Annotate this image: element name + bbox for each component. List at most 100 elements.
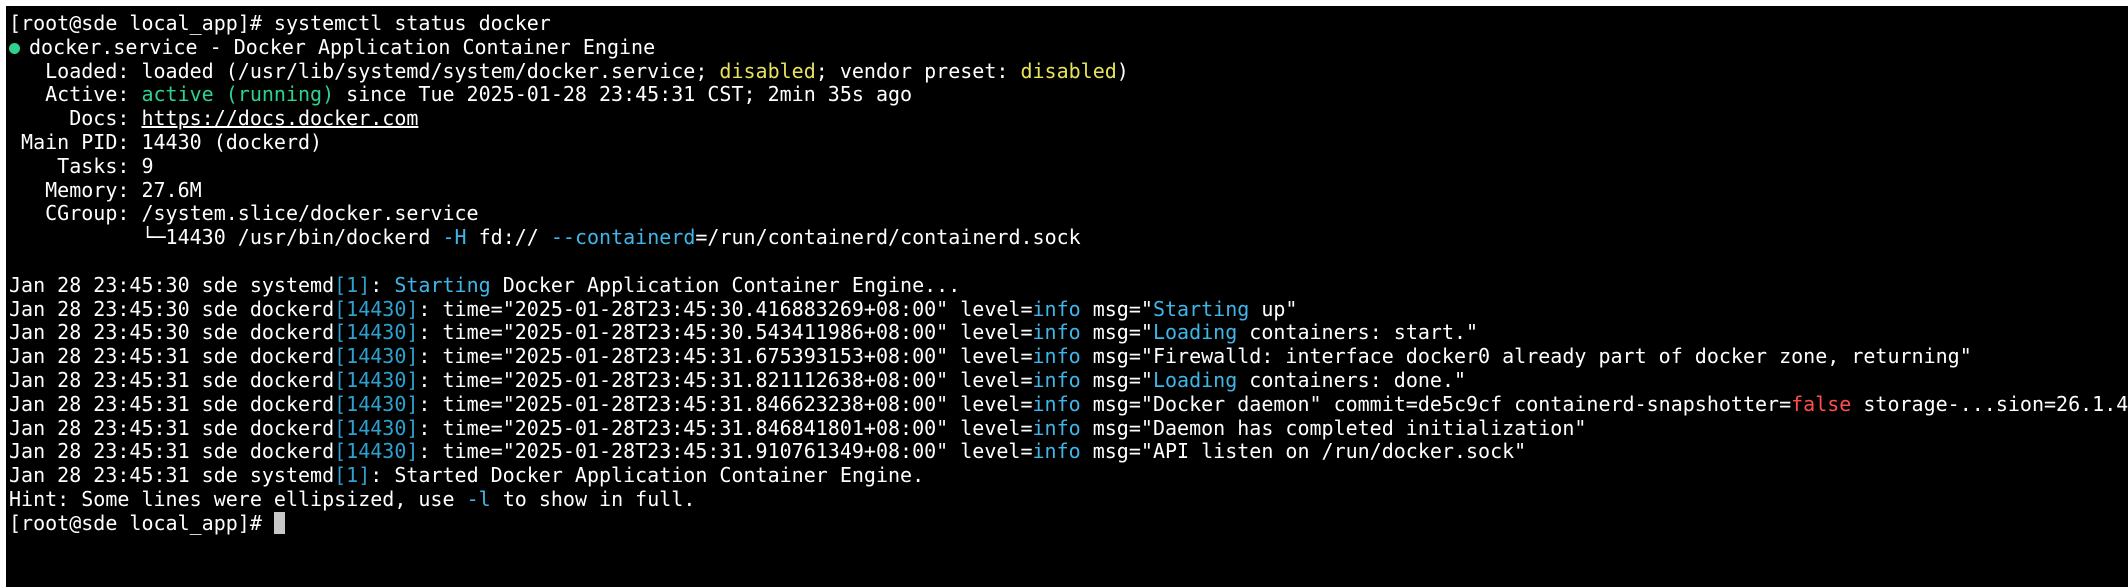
final-prompt-line[interactable]: [root@sde local_app]# — [9, 511, 2128, 536]
unit-header-line: docker.service - Docker Application Cont… — [9, 36, 2128, 60]
log-msg-a: " — [1140, 368, 1153, 392]
log-level-label: level= — [960, 297, 1033, 321]
log-prefix: Jan 28 23:45:30 sde dockerd — [9, 321, 335, 345]
vendor-preset-state: disabled — [1020, 59, 1117, 83]
log-msg-b: containers: done." — [1237, 368, 1467, 392]
cgroup-child-mid: fd:// — [466, 226, 551, 250]
docs-link[interactable]: https://docs.docker.com — [141, 107, 418, 130]
log-pid: [14430] — [334, 297, 419, 321]
loaded-line: Loaded: loaded (/usr/lib/systemd/system/… — [9, 60, 2128, 84]
log-line: Jan 28 23:45:31 sde dockerd[14430]: time… — [9, 417, 2128, 441]
cgroup-child-suffix: =/run/containerd/containerd.sock — [695, 226, 1081, 250]
log-msg-label: msg= — [1080, 416, 1141, 440]
log-line: Jan 28 23:45:30 sde dockerd[14430]: time… — [9, 298, 2128, 322]
log-time: : time="2025-01-28T23:45:31.675393153+08… — [418, 345, 961, 369]
log-msg-label: msg= — [1080, 297, 1141, 321]
log-prefix: Jan 28 23:45:31 sde dockerd — [9, 345, 335, 369]
log-level-label: level= — [960, 345, 1033, 369]
active-label: Active: — [9, 83, 142, 107]
vendor-preset-label: ; vendor preset: — [815, 59, 1021, 83]
log-prefix: Jan 28 23:45:31 sde dockerd — [9, 392, 335, 416]
status-dot-icon — [9, 42, 20, 54]
log-level: info — [1032, 392, 1081, 416]
loaded-text: loaded (/usr/lib/systemd/system/docker.s… — [141, 59, 720, 83]
hint-text-a: Hint: Some lines were ellipsized, use — [9, 487, 467, 511]
log-level: info — [1032, 416, 1081, 440]
terminal-window[interactable]: [root@sde local_app]# systemctl status d… — [6, 6, 2128, 587]
log-pid: [14430] — [334, 440, 419, 464]
log-msg-b: storage-...sion=26.1.4 — [1851, 392, 2128, 416]
log-sep: : — [370, 273, 395, 297]
log-level-label: level= — [960, 392, 1033, 416]
log-msg-label: msg= — [1080, 368, 1141, 392]
cgroup-child-prefix: └─14430 /usr/bin/dockerd — [9, 226, 443, 250]
hint-text-b: to show in full. — [490, 487, 696, 511]
log-msg-label: msg= — [1080, 440, 1141, 464]
log-line: Jan 28 23:45:31 sde dockerd[14430]: time… — [9, 369, 2128, 393]
log-msg-highlight: Loading — [1152, 368, 1238, 392]
command-line: [root@sde local_app]# systemctl status d… — [9, 12, 2128, 36]
cursor-block — [273, 511, 285, 534]
log-pid: [1] — [334, 273, 371, 297]
log-time: : time="2025-01-28T23:45:30.416883269+08… — [418, 297, 961, 321]
log-message: : Started Docker Application Container E… — [370, 464, 925, 488]
log-msg-a: "Docker daemon" commit=de5c9cf container… — [1140, 392, 1792, 416]
log-level: info — [1032, 321, 1081, 345]
log-level-label: level= — [960, 440, 1033, 464]
active-line: Active: active (running) since Tue 2025-… — [9, 83, 2128, 107]
log-msg-label: msg= — [1080, 392, 1141, 416]
loaded-close: ) — [1116, 59, 1129, 83]
log-highlight: Starting — [394, 273, 491, 297]
log-pid: [14430] — [334, 321, 419, 345]
log-level: info — [1032, 345, 1081, 369]
log-pid: [14430] — [334, 416, 419, 440]
log-prefix: Jan 28 23:45:30 sde dockerd — [9, 297, 335, 321]
hint-flag: -l — [466, 487, 491, 511]
log-time: : time="2025-01-28T23:45:31.821112638+08… — [418, 368, 961, 392]
shell-prompt: [root@sde local_app]# — [9, 511, 274, 535]
log-line: Jan 28 23:45:31 sde systemd[1]: Started … — [9, 464, 2128, 488]
log-msg-label: msg= — [1080, 345, 1141, 369]
docs-label: Docs: — [9, 107, 142, 131]
cgroup-line: CGroup: /system.slice/docker.service — [9, 202, 479, 226]
log-pid: [14430] — [334, 392, 419, 416]
log-level: info — [1032, 368, 1081, 392]
log-msg-b: containers: start." — [1237, 321, 1479, 345]
log-level-label: level= — [960, 416, 1033, 440]
log-time: : time="2025-01-28T23:45:31.846841801+08… — [418, 416, 961, 440]
memory-line: Memory: 27.6M — [9, 178, 202, 202]
loaded-label: Loaded: — [9, 59, 142, 83]
log-pid: [14430] — [334, 368, 419, 392]
log-level: info — [1032, 297, 1081, 321]
cgroup-flag-h: -H — [442, 226, 467, 250]
command-text: systemctl status docker — [273, 12, 551, 35]
loaded-state: disabled — [719, 59, 816, 83]
unit-header: docker.service - Docker Application Cont… — [29, 35, 656, 59]
log-msg-b: up" — [1249, 297, 1298, 321]
log-line: Jan 28 23:45:30 sde dockerd[14430]: time… — [9, 321, 2128, 345]
log-prefix: Jan 28 23:45:31 sde dockerd — [9, 368, 335, 392]
log-message: Docker Application Container Engine... — [490, 273, 961, 297]
log-line: Jan 28 23:45:31 sde dockerd[14430]: time… — [9, 393, 2128, 417]
log-msg-a: "Daemon has completed initialization" — [1140, 416, 1587, 440]
log-prefix: Jan 28 23:45:31 sde dockerd — [9, 416, 335, 440]
log-level: info — [1032, 440, 1081, 464]
log-msg-highlight: Starting — [1152, 297, 1250, 321]
log-time: : time="2025-01-28T23:45:31.910761349+08… — [418, 440, 961, 464]
log-false-value: false — [1791, 392, 1852, 416]
log-line: Jan 28 23:45:31 sde dockerd[14430]: time… — [9, 345, 2128, 369]
log-pid: [1] — [334, 464, 371, 488]
log-msg-highlight: Loading — [1152, 321, 1238, 345]
log-msg-a: " — [1140, 321, 1153, 345]
active-since: since Tue 2025-01-28 23:45:31 CST; 2min … — [334, 83, 913, 107]
main-pid-line: Main PID: 14430 (dockerd) — [9, 130, 323, 154]
log-level-label: level= — [960, 368, 1033, 392]
log-prefix: Jan 28 23:45:31 sde dockerd — [9, 440, 335, 464]
log-level-label: level= — [960, 321, 1033, 345]
log-msg-a: "Firewalld: interface docker0 already pa… — [1140, 345, 1972, 369]
log-pid: [14430] — [334, 345, 419, 369]
shell-prompt: [root@sde local_app]# — [9, 12, 274, 35]
log-line: Jan 28 23:45:31 sde dockerd[14430]: time… — [9, 440, 2128, 464]
log-time: : time="2025-01-28T23:45:30.543411986+08… — [418, 321, 961, 345]
